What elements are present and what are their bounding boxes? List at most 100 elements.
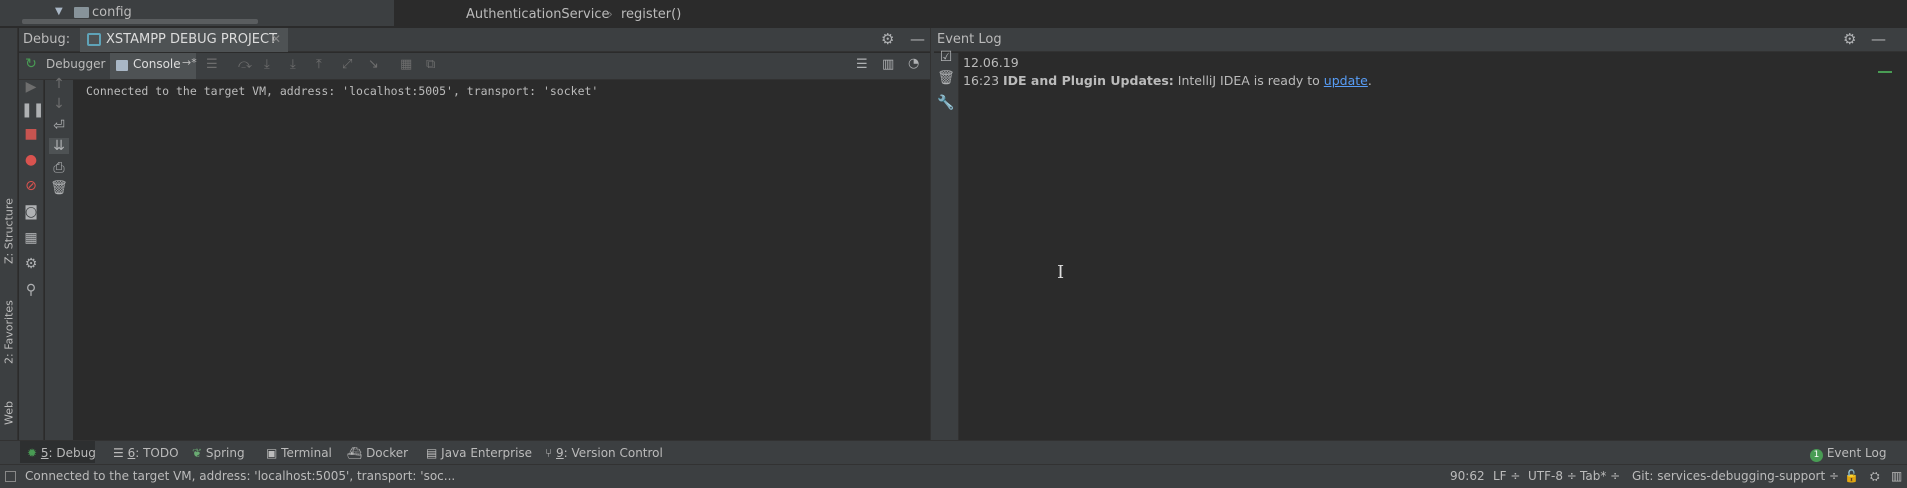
event-log-title: Event Log bbox=[937, 32, 1002, 47]
event-log-header bbox=[934, 28, 1907, 52]
structure-label: Z: Structure bbox=[2, 198, 16, 264]
event-log-badge: 1 bbox=[1810, 449, 1823, 462]
project-tree-scrollbar[interactable] bbox=[22, 19, 258, 24]
breadcrumb-method[interactable]: register() bbox=[621, 7, 681, 22]
gear-icon[interactable]: ⚙ bbox=[881, 30, 894, 48]
mute-breakpoints-icon[interactable]: ⊘ bbox=[21, 178, 41, 194]
expand-arrow-icon[interactable]: ▼ bbox=[55, 6, 63, 17]
debug-actions-toolbar: ↻ ▶ ❚❚ ■ ● ⊘ ◙ ▦ ⚙ ⚲ bbox=[19, 56, 44, 440]
restore-layout-icon[interactable]: →* bbox=[182, 56, 197, 69]
soft-wrap-icon[interactable]: ⏎ bbox=[49, 118, 69, 134]
console-output[interactable] bbox=[75, 80, 930, 440]
web-label: Web bbox=[2, 401, 16, 425]
rerun-icon[interactable]: ↻ bbox=[21, 56, 41, 72]
tool-tab-todo[interactable]: ☰ 6: TODO bbox=[113, 446, 179, 460]
threads-list-icon[interactable]: ☰ bbox=[856, 57, 868, 72]
console-actions-toolbar: ↑ ↓ ⏎ ⇊ ⎙ 🗑 bbox=[45, 76, 74, 440]
tool-tab-event-log[interactable]: 1 Event Log bbox=[1810, 446, 1886, 462]
resume-icon[interactable]: ▶ bbox=[21, 79, 41, 95]
pin-icon[interactable]: ⚲ bbox=[21, 282, 41, 298]
structure-tool-button[interactable]: Z: Structure bbox=[0, 186, 18, 276]
settings-icon[interactable]: ⚙ bbox=[21, 256, 41, 272]
up-arrow-icon[interactable]: ↑ bbox=[49, 76, 69, 92]
breadcrumb-class[interactable]: AuthenticationService bbox=[466, 7, 609, 22]
tab-debugger[interactable]: Debugger bbox=[46, 57, 105, 71]
minimize-icon[interactable]: — bbox=[1871, 30, 1886, 48]
tool-tab-debug[interactable]: ✹ 5: Debug bbox=[27, 446, 96, 460]
down-arrow-icon[interactable]: ↓ bbox=[49, 96, 69, 112]
pause-icon[interactable]: ❚❚ bbox=[21, 102, 44, 118]
frames-list-icon[interactable]: ☰ bbox=[206, 57, 218, 72]
status-indicator bbox=[1878, 71, 1892, 73]
folder-icon bbox=[74, 7, 89, 18]
status-message: Connected to the target VM, address: 'lo… bbox=[25, 469, 456, 483]
lock-icon[interactable]: 🔓 bbox=[1844, 469, 1859, 483]
tool-tab-terminal[interactable]: ▣ Terminal bbox=[266, 446, 332, 460]
event-log-content[interactable] bbox=[960, 53, 1907, 440]
debug-tool-icon: ✹ bbox=[27, 446, 38, 460]
indent-setting[interactable]: Tab* ÷ bbox=[1580, 469, 1620, 483]
git-branch[interactable]: Git: services-debugging-support ÷ bbox=[1632, 469, 1839, 483]
step-into-icon[interactable]: ⤓ bbox=[264, 57, 270, 72]
layout-icon[interactable]: ▥ bbox=[882, 57, 894, 72]
trash-icon[interactable]: 🗑 bbox=[936, 70, 956, 86]
mark-all-read-icon[interactable]: ☑ bbox=[936, 49, 956, 65]
event-time: 16:23 bbox=[963, 73, 1000, 88]
wrench-icon[interactable]: 🔧 bbox=[936, 95, 956, 111]
print-icon[interactable]: ⎙ bbox=[49, 160, 69, 176]
terminal-icon: ▣ bbox=[266, 446, 278, 460]
console-line: Connected to the target VM, address: 'lo… bbox=[86, 84, 599, 98]
update-link[interactable]: update bbox=[1324, 73, 1368, 88]
drop-frame-icon[interactable]: ⤢ bbox=[342, 57, 352, 72]
step-out-icon[interactable]: ⤒ bbox=[316, 57, 322, 72]
stop-icon[interactable]: ■ bbox=[21, 126, 41, 142]
tool-tab-java-enterprise[interactable]: ▤ Java Enterprise bbox=[426, 446, 532, 460]
event-date: 12.06.19 bbox=[963, 55, 1019, 70]
evaluate-expression-icon[interactable]: ▦ bbox=[400, 57, 412, 72]
caret-position[interactable]: 90:62 bbox=[1450, 469, 1485, 483]
force-step-into-icon[interactable]: ⤓ bbox=[290, 57, 296, 72]
line-separator[interactable]: LF ÷ bbox=[1493, 469, 1520, 483]
gear-icon[interactable]: ⚙ bbox=[1843, 30, 1856, 48]
hector-icon[interactable]: ⛭ bbox=[1870, 469, 1880, 484]
tool-tab-docker[interactable]: ⛴ Docker bbox=[347, 446, 408, 460]
text-cursor-icon: I bbox=[1057, 262, 1065, 283]
todo-icon: ☰ bbox=[113, 446, 124, 460]
web-tool-button[interactable]: Web bbox=[0, 390, 18, 436]
java-enterprise-icon: ▤ bbox=[426, 446, 438, 460]
docker-icon: ⛴ bbox=[347, 446, 363, 460]
file-encoding[interactable]: UTF-8 ÷ bbox=[1528, 469, 1577, 483]
memory-gauge-icon[interactable]: ◔ bbox=[908, 56, 919, 71]
event-suffix: . bbox=[1367, 73, 1372, 88]
event-heading: IDE and Plugin Updates: bbox=[1003, 73, 1174, 88]
console-icon bbox=[116, 60, 128, 71]
debug-session-icon bbox=[87, 33, 101, 46]
close-icon[interactable]: ✕ bbox=[271, 32, 281, 46]
spring-icon: ❦ bbox=[192, 446, 203, 460]
step-over-icon[interactable]: ⤼ bbox=[238, 57, 252, 72]
trace-icon[interactable]: ⧉ bbox=[426, 57, 435, 72]
tool-tab-spring[interactable]: ❦ Spring bbox=[192, 446, 245, 460]
memory-indicator-icon[interactable]: ▥ bbox=[1891, 469, 1902, 483]
run-to-cursor-icon[interactable]: ↘ bbox=[368, 57, 379, 72]
tab-console-label: Console bbox=[133, 57, 181, 71]
favorites-tool-button[interactable]: 2: Favorites bbox=[0, 290, 18, 374]
favorites-label: 2: Favorites bbox=[2, 300, 16, 364]
minimize-icon[interactable]: — bbox=[910, 30, 925, 48]
layout-settings-icon[interactable]: ▦ bbox=[21, 230, 41, 246]
tool-tab-version-control[interactable]: ⑂ 9: Version Control bbox=[545, 446, 663, 460]
trash-icon[interactable]: 🗑 bbox=[49, 180, 69, 196]
vcs-icon: ⑂ bbox=[545, 446, 553, 460]
view-breakpoints-icon[interactable]: ● bbox=[21, 152, 41, 168]
event-message: IntelliJ IDEA is ready to bbox=[1177, 73, 1320, 88]
camera-icon[interactable]: ◙ bbox=[21, 204, 41, 220]
left-tool-stripe: Z: Structure 2: Favorites Web bbox=[0, 28, 18, 440]
event-log-toolbar: ☑ 🗑 🔧 bbox=[934, 49, 959, 440]
toggle-tool-windows-icon[interactable] bbox=[5, 471, 16, 482]
event-entry: 16:23 IDE and Plugin Updates: IntelliJ I… bbox=[963, 73, 1372, 88]
tree-node-config[interactable]: config bbox=[92, 5, 132, 20]
debug-panel-title: Debug: bbox=[23, 32, 71, 47]
debug-session-label: XSTAMPP DEBUG PROJECT bbox=[106, 32, 278, 47]
scroll-to-end-icon[interactable]: ⇊ bbox=[49, 138, 69, 154]
breadcrumb-separator: › bbox=[608, 7, 613, 21]
